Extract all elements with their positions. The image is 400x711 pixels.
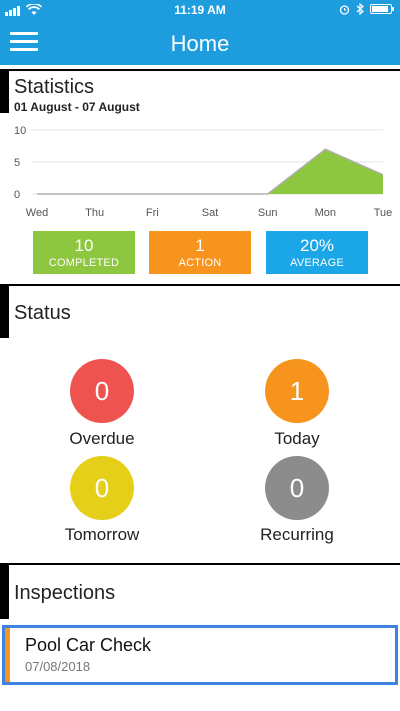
- today-count-circle[interactable]: 1: [265, 359, 329, 423]
- statistics-title: Statistics: [14, 76, 95, 98]
- section-divider: [0, 69, 400, 71]
- date-range: 01 August - 07 August: [14, 100, 140, 114]
- chart-xtick-label: Wed: [26, 207, 48, 219]
- chart-xtick-label: Thu: [85, 207, 104, 219]
- section-accent-bar: [0, 284, 9, 338]
- overdue-label: Overdue: [69, 429, 135, 448]
- alarm-icon: [339, 4, 350, 15]
- today-label: Today: [274, 429, 320, 448]
- statistics-chart: 0 5 10 Wed Thu Fri Sat Sun Mon Tue: [14, 125, 393, 219]
- home-screen: 11:19 AM Home Statistics 01 August - 07 …: [0, 0, 400, 711]
- action-count: 1: [195, 236, 205, 255]
- status-icons: [339, 3, 394, 15]
- overdue-count-circle[interactable]: 0: [70, 359, 134, 423]
- chart-area-series: [37, 149, 383, 194]
- section-accent-bar: [0, 563, 9, 619]
- chart-xtick-label: Fri: [146, 207, 159, 219]
- section-accent-bar: [0, 69, 9, 113]
- inspections-title: Inspections: [14, 582, 116, 604]
- average-label: AVERAGE: [290, 257, 344, 269]
- recurring-label: Recurring: [260, 525, 334, 544]
- status-title: Status: [14, 302, 71, 324]
- chart-xtick-label: Sun: [258, 207, 278, 219]
- chart-ytick-label: 0: [14, 189, 20, 201]
- inspection-name: Pool Car Check: [25, 635, 152, 655]
- section-divider: [0, 284, 400, 286]
- chart-xtick-label: Mon: [315, 207, 336, 219]
- chart-xtick-label: Sat: [202, 207, 219, 219]
- inspection-date: 07/08/2018: [25, 659, 91, 674]
- average-tile[interactable]: 20% AVERAGE: [266, 231, 368, 274]
- inspection-status-accent: [5, 628, 10, 682]
- status-bar: 11:19 AM: [0, 0, 400, 20]
- completed-count: 10: [74, 236, 94, 255]
- action-label: ACTION: [178, 257, 222, 269]
- tomorrow-count-circle[interactable]: 0: [70, 456, 134, 520]
- battery-icon: [370, 4, 394, 14]
- page-title: Home: [170, 31, 230, 56]
- tomorrow-label: Tomorrow: [64, 525, 140, 544]
- bluetooth-icon: [356, 3, 364, 15]
- completed-tile[interactable]: 10 COMPLETED: [33, 231, 135, 274]
- action-tile[interactable]: 1 ACTION: [149, 231, 251, 274]
- recurring-count-circle[interactable]: 0: [265, 456, 329, 520]
- section-divider: [0, 563, 400, 565]
- app-header: Home: [0, 20, 400, 65]
- chart-ytick-label: 10: [14, 125, 26, 137]
- completed-label: COMPLETED: [48, 257, 120, 269]
- chart-ytick-label: 5: [14, 157, 20, 169]
- chart-xtick-label: Tue: [374, 207, 393, 219]
- inspection-list-item[interactable]: Pool Car Check 07/08/2018: [2, 625, 398, 685]
- average-value: 20%: [299, 236, 335, 255]
